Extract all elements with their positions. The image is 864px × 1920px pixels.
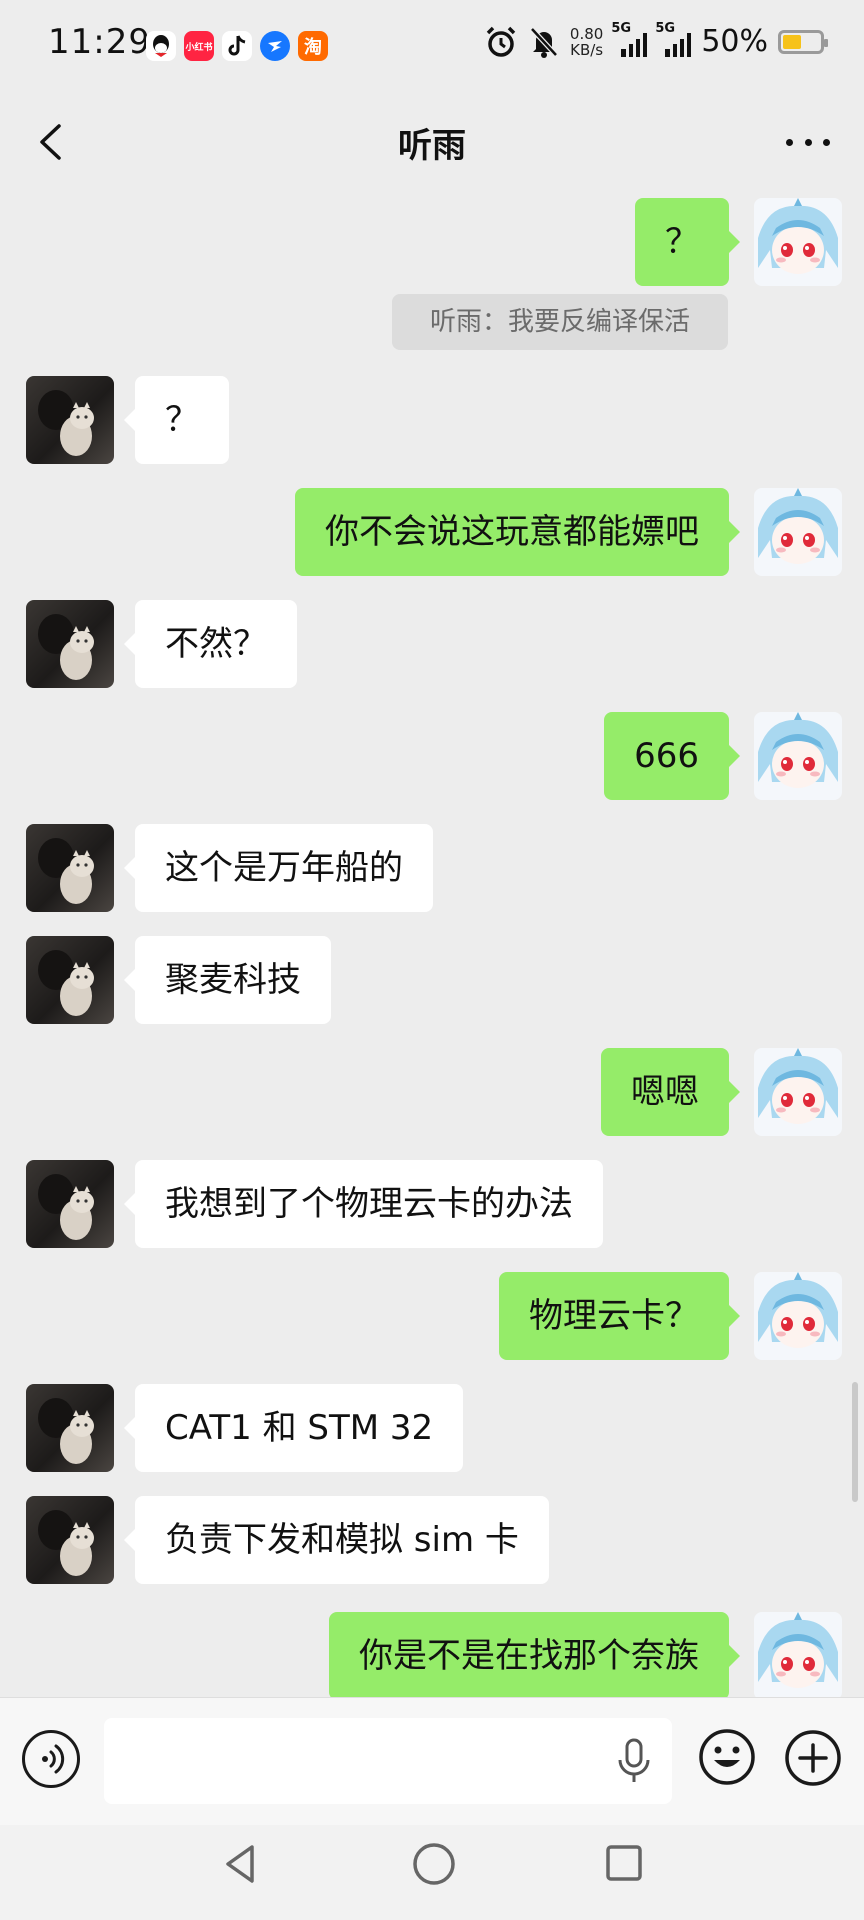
- my-avatar[interactable]: [754, 198, 842, 286]
- incoming-message[interactable]: 我想到了个物理云卡的办法: [124, 1160, 603, 1248]
- my-avatar[interactable]: [754, 1612, 842, 1697]
- status-indicators: 0.80 KB/s 5G 5G 50%: [484, 21, 828, 59]
- outgoing-message[interactable]: 666: [604, 712, 740, 800]
- more-dot-icon: [823, 138, 830, 146]
- more-dot-icon: [786, 138, 793, 146]
- status-bar: 11:29 小红书 淘 0.80 KB/s 5G 5G 50%: [0, 0, 864, 92]
- friend-avatar[interactable]: [26, 1160, 114, 1248]
- more-options-button[interactable]: [786, 128, 830, 156]
- nav-back-button[interactable]: [218, 1841, 264, 1887]
- system-notice: 听雨：我要反编译保活: [392, 294, 728, 350]
- my-avatar[interactable]: [754, 712, 842, 800]
- add-more-button[interactable]: [783, 1728, 843, 1788]
- friend-avatar[interactable]: [26, 1496, 114, 1584]
- chat-header: 听雨: [0, 92, 864, 192]
- nav-recents-button[interactable]: [604, 1843, 644, 1883]
- incoming-message[interactable]: 不然？: [124, 600, 297, 688]
- outgoing-message[interactable]: ？: [635, 198, 740, 286]
- scrollbar-thumb[interactable]: [852, 1382, 858, 1502]
- battery-percent: 50%: [701, 24, 768, 59]
- signal-5g-icon: 5G: [611, 21, 648, 57]
- friend-avatar[interactable]: [26, 1384, 114, 1472]
- message-list[interactable]: 听雨：我要反编译保活 ？ ？ 你不会说这玩意都能嫖吧 不然？ 666 这个是万年…: [0, 192, 864, 1697]
- mute-bell-icon: [530, 26, 558, 58]
- incoming-message[interactable]: 这个是万年船的: [124, 824, 433, 912]
- nav-home-button[interactable]: [410, 1840, 458, 1888]
- system-navigation-bar: [0, 1825, 864, 1920]
- douyin-icon: [222, 31, 252, 61]
- incoming-message[interactable]: CAT1 和 STM 32: [123, 1384, 464, 1472]
- sound-wave-icon: [42, 1744, 65, 1774]
- emoji-button[interactable]: [697, 1727, 757, 1787]
- network-speed: 0.80 KB/s: [569, 24, 604, 59]
- battery-icon: [778, 29, 828, 54]
- message-input[interactable]: [104, 1718, 672, 1804]
- incoming-message[interactable]: ？: [124, 376, 229, 464]
- battery-fill: [783, 34, 801, 49]
- notification-icons: 小红书 淘: [146, 31, 328, 61]
- outgoing-message[interactable]: 嗯嗯: [601, 1048, 740, 1136]
- my-avatar[interactable]: [754, 1272, 842, 1360]
- microphone-icon[interactable]: [616, 1738, 652, 1784]
- incoming-message[interactable]: 负责下发和模拟 sim 卡: [124, 1496, 549, 1584]
- outgoing-message[interactable]: 物理云卡？: [499, 1272, 740, 1360]
- my-avatar[interactable]: [754, 1048, 842, 1136]
- outgoing-message[interactable]: 你不会说这玩意都能嫖吧: [295, 488, 740, 576]
- chat-title: 听雨: [398, 126, 466, 166]
- signal-5g-icon-2: 5G: [655, 21, 692, 57]
- friend-avatar[interactable]: [26, 936, 114, 1024]
- taobao-icon: 淘: [298, 31, 328, 61]
- more-dot-icon: [804, 138, 812, 146]
- incoming-message[interactable]: 聚麦科技: [124, 936, 331, 1024]
- friend-avatar[interactable]: [26, 824, 114, 912]
- alarm-icon: [486, 26, 516, 57]
- qq-icon: [146, 31, 176, 61]
- input-bar: [0, 1697, 864, 1826]
- my-avatar[interactable]: [754, 488, 842, 576]
- friend-avatar[interactable]: [26, 600, 114, 688]
- xiaohongshu-icon: 小红书: [184, 31, 214, 61]
- status-time: 11:29: [48, 22, 151, 62]
- dingtalk-icon: [260, 31, 290, 61]
- friend-avatar[interactable]: [26, 376, 114, 464]
- voice-mode-button[interactable]: [22, 1730, 80, 1788]
- outgoing-message[interactable]: 你是不是在找那个奈族: [329, 1612, 740, 1697]
